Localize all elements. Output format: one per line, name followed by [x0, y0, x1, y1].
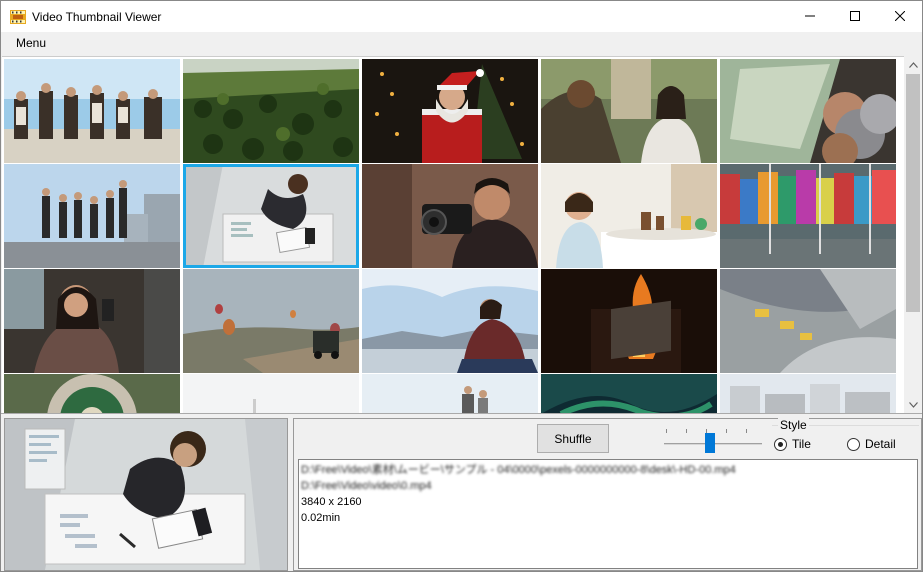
- thumbnail-size-slider[interactable]: [662, 427, 764, 455]
- thumbnail-shipping-containers-port[interactable]: [720, 164, 896, 268]
- style-option-detail[interactable]: Detail: [847, 437, 896, 451]
- thumbnail-child-playing-table[interactable]: [541, 164, 717, 268]
- video-details-box[interactable]: D:\Free\Video\素材\ムービー\サンプル - 04\0000\pex…: [298, 459, 918, 569]
- slider-tick: [666, 429, 667, 433]
- thumbnail-man-desk-overhead[interactable]: [183, 164, 359, 268]
- thumbnail-person-sitting-mountains[interactable]: [362, 269, 538, 373]
- slider-tick: [726, 429, 727, 433]
- menu-bar: Menu: [1, 32, 922, 54]
- slider-knob[interactable]: [705, 433, 715, 453]
- thumbnail-santa-with-tree[interactable]: [362, 59, 538, 163]
- thumbnail-group-sitting-outdoors[interactable]: [4, 59, 180, 163]
- thumbnail-people-on-beach[interactable]: [362, 374, 538, 413]
- thumbnail-quarry-trucks-aerial[interactable]: [720, 269, 896, 373]
- thumbnail-white-sky[interactable]: [183, 374, 359, 413]
- chevron-down-icon: [908, 401, 918, 408]
- film-icon: [10, 9, 26, 24]
- vertical-scrollbar[interactable]: [904, 56, 922, 413]
- app-window: Video Thumbnail Viewer Menu Shuffle Styl…: [0, 0, 923, 572]
- thumbnail-photographer-with-camera[interactable]: [362, 164, 538, 268]
- style-option-tile[interactable]: Tile: [774, 437, 811, 451]
- style-option-label: Tile: [792, 437, 811, 451]
- chevron-up-icon: [908, 61, 918, 68]
- style-group-label: Style: [778, 418, 809, 432]
- video-full-path: D:\Free\Video\素材\ムービー\サンプル - 04\0000\pex…: [301, 464, 736, 476]
- slider-tick: [746, 429, 747, 433]
- maximize-button[interactable]: [832, 1, 877, 31]
- info-panel: Shuffle Style Tile Detail D:\Free\Video\…: [293, 418, 922, 571]
- close-button[interactable]: [877, 1, 922, 31]
- scroll-up-button[interactable]: [904, 56, 922, 73]
- thumbnail-northern-lights[interactable]: [541, 374, 717, 413]
- video-resolution: 3840 x 2160: [301, 496, 362, 508]
- title-bar[interactable]: Video Thumbnail Viewer: [1, 1, 922, 32]
- thumbnail-pine-forest-aerial[interactable]: [183, 59, 359, 163]
- selected-video-preview: [4, 418, 288, 571]
- style-group: Style Tile Detail: [772, 418, 919, 457]
- radio-checked-icon: [774, 437, 787, 451]
- slider-tick: [686, 429, 687, 433]
- thumbnail-couple-on-street[interactable]: [541, 59, 717, 163]
- thumbnail-hot-air-balloons-jeep[interactable]: [183, 269, 359, 373]
- thumbnail-fireplace-flames[interactable]: [541, 269, 717, 373]
- video-duration: 0.02min: [301, 512, 341, 524]
- close-icon: [894, 11, 905, 21]
- thumbnail-city-buildings[interactable]: [720, 374, 896, 413]
- minimize-button[interactable]: [787, 1, 832, 31]
- thumbnail-money-and-coins[interactable]: [720, 59, 896, 163]
- window-title: Video Thumbnail Viewer: [32, 9, 162, 24]
- radio-unchecked-icon: [847, 437, 860, 451]
- maximize-icon: [849, 11, 860, 21]
- video-file-path: D:\Free\Video\video\0.mp4: [301, 480, 432, 492]
- shuffle-button[interactable]: Shuffle: [537, 424, 609, 453]
- thumbnail-grid[interactable]: [2, 56, 904, 413]
- thumbnail-woman-in-car-phone[interactable]: [4, 269, 180, 373]
- menu-item[interactable]: Menu: [9, 36, 53, 50]
- thumbnail-roundabout-aerial[interactable]: [4, 374, 180, 413]
- thumbnail-group-on-rooftop[interactable]: [4, 164, 180, 268]
- style-option-label: Detail: [865, 437, 896, 451]
- scroll-down-button[interactable]: [904, 396, 922, 413]
- minimize-icon: [804, 15, 815, 17]
- scrollbar-thumb[interactable]: [906, 74, 920, 312]
